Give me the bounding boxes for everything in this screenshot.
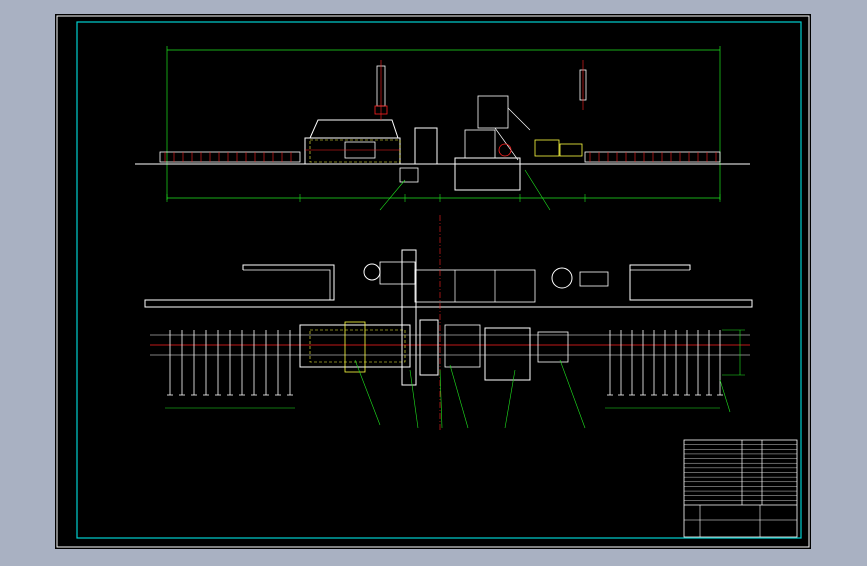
cad-drawing [55, 14, 811, 549]
cad-viewport[interactable] [0, 0, 867, 562]
drawing-sheet [55, 14, 811, 549]
